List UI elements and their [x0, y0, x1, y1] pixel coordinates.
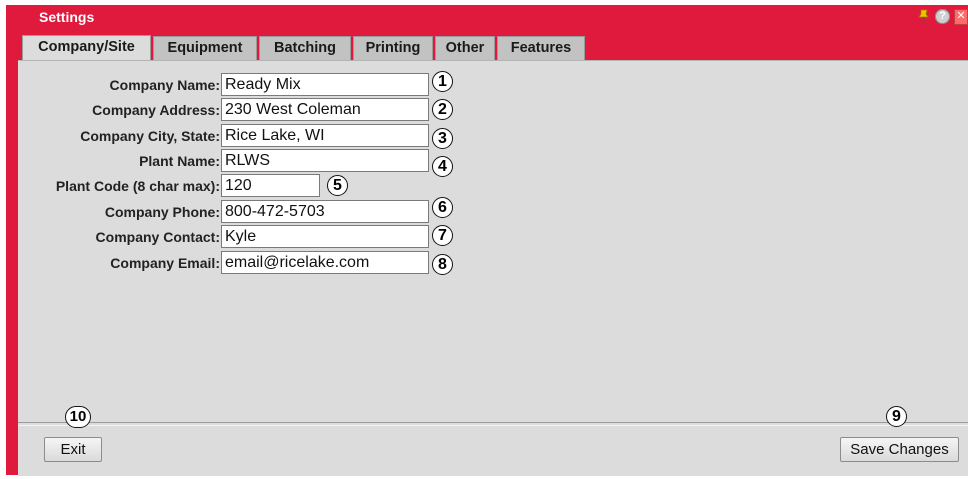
company-address-row: Company Address: 230 West Coleman 2 — [18, 98, 968, 122]
company-site-panel: Company Name: Ready Mix 1 Company Addres… — [18, 60, 968, 476]
exit-button[interactable]: Exit — [44, 437, 102, 462]
close-icon[interactable]: ✕ — [954, 9, 968, 25]
callout-badge: 8 — [432, 254, 453, 275]
tab-company-site[interactable]: Company/Site — [22, 35, 151, 62]
company-city-state-row: Company City, State: Rice Lake, WI 3 — [18, 124, 968, 149]
tab-features[interactable]: Features — [497, 36, 585, 61]
company-email-label: Company Email: — [110, 255, 220, 271]
footer-divider — [18, 422, 968, 426]
plant-code-label: Plant Code (8 char max): — [55, 178, 220, 194]
plant-code-row: Plant Code (8 char max): 120 5 — [18, 174, 968, 198]
callout-badge: 6 — [432, 197, 453, 218]
tab-other[interactable]: Other — [435, 36, 495, 61]
company-phone-label: Company Phone: — [104, 204, 220, 220]
callout-badge: 10 — [65, 406, 91, 428]
plant-code-field[interactable]: 120 — [221, 174, 320, 197]
company-phone-row: Company Phone: 800-472-5703 6 — [18, 197, 968, 224]
callout-badge: 9 — [886, 406, 907, 427]
company-contact-label: Company Contact: — [95, 229, 220, 245]
callout-badge: 7 — [432, 225, 453, 246]
tab-batching[interactable]: Batching — [259, 36, 351, 61]
window-title: Settings — [39, 9, 95, 25]
company-city-state-label: Company City, State: — [80, 128, 220, 144]
company-address-label: Company Address: — [92, 102, 220, 118]
save-changes-button[interactable]: Save Changes — [840, 437, 959, 462]
company-name-row: Company Name: Ready Mix 1 — [18, 71, 968, 97]
pin-icon[interactable] — [916, 9, 931, 24]
company-phone-field[interactable]: 800-472-5703 — [221, 200, 429, 223]
callout-badge: 3 — [432, 128, 453, 149]
company-city-state-field[interactable]: Rice Lake, WI — [221, 124, 429, 147]
company-email-row: Company Email: email@ricelake.com 8 — [18, 251, 968, 275]
callout-badge: 5 — [327, 175, 348, 196]
company-email-field[interactable]: email@ricelake.com — [221, 251, 429, 274]
callout-badge: 1 — [432, 71, 453, 92]
tab-printing[interactable]: Printing — [353, 36, 433, 61]
company-name-label: Company Name: — [109, 77, 220, 93]
plant-name-field[interactable]: RLWS — [221, 149, 429, 172]
help-icon[interactable]: ? — [935, 9, 950, 24]
company-contact-row: Company Contact: Kyle 7 — [18, 225, 968, 249]
callout-badge: 2 — [432, 99, 453, 120]
title-bar[interactable]: Settings ? ✕ — [6, 5, 968, 29]
company-name-field[interactable]: Ready Mix — [221, 73, 429, 96]
tab-equipment[interactable]: Equipment — [153, 36, 257, 61]
settings-window: Settings ? ✕ Company/Site Equipment Batc… — [6, 5, 968, 476]
plant-name-row: Plant Name: RLWS 4 — [18, 149, 968, 177]
plant-name-label: Plant Name: — [139, 153, 220, 169]
company-contact-field[interactable]: Kyle — [221, 225, 429, 248]
company-address-field[interactable]: 230 West Coleman — [221, 98, 429, 121]
